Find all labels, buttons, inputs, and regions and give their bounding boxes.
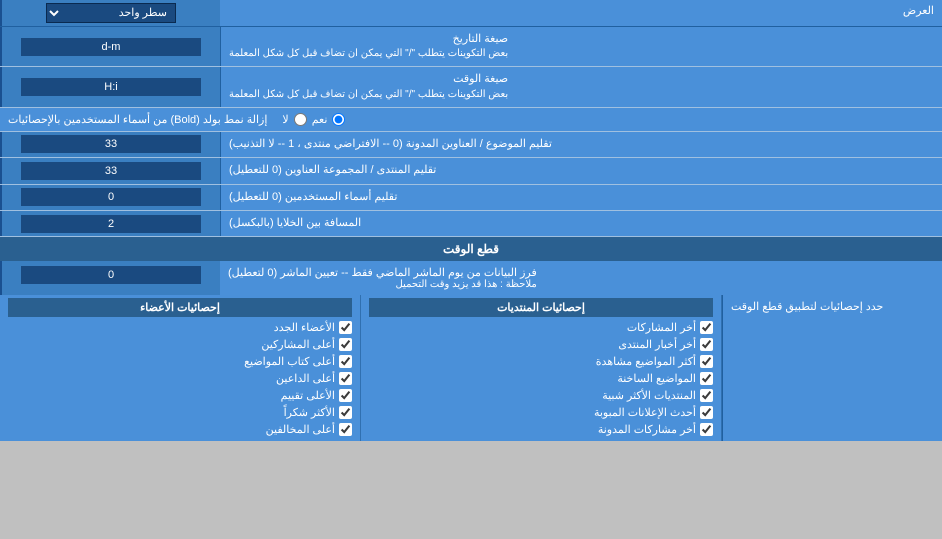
cell-spacing-row: المسافة بين الخلايا (بالبكسل) bbox=[0, 211, 942, 237]
forum-stats-header: إحصائيات المنتديات bbox=[369, 298, 713, 317]
display-row: العرض سطر واحد سطران ثلاثة أسطر bbox=[0, 0, 942, 27]
time-format-label: صيغة الوقت بعض التكوينات يتطلب "/" التي … bbox=[220, 67, 942, 106]
checkbox-item[interactable]: أعلى الداعين bbox=[8, 370, 352, 387]
rows-select-cell[interactable]: سطر واحد سطران ثلاثة أسطر bbox=[0, 0, 220, 26]
cutoff-days-label: فرز البيانات من يوم الماشر الماضي فقط --… bbox=[220, 261, 942, 295]
forum-order-row: تقليم المنتدى / المجموعة العناوين (0 للت… bbox=[0, 158, 942, 184]
cb-most-viewed-label: أكثر المواضيع مشاهدة bbox=[596, 355, 696, 368]
cb-top-posters[interactable] bbox=[339, 338, 352, 351]
bold-yes-radio[interactable] bbox=[332, 113, 345, 126]
checkbox-item[interactable]: أعلى المخالفين bbox=[8, 421, 352, 438]
cell-spacing-input-cell[interactable] bbox=[0, 211, 220, 236]
checkbox-item[interactable]: المنتديات الأكثر شبية bbox=[369, 387, 713, 404]
forum-order-input-cell[interactable] bbox=[0, 158, 220, 183]
subject-order-input-cell[interactable] bbox=[0, 132, 220, 157]
username-trim-input[interactable] bbox=[21, 188, 201, 206]
cb-blog-posts-label: أخر مشاركات المدونة bbox=[598, 423, 696, 436]
cb-top-inviters[interactable] bbox=[339, 372, 352, 385]
bold-no-radio[interactable] bbox=[294, 113, 307, 126]
cb-top-topic-writers[interactable] bbox=[339, 355, 352, 368]
cb-top-violators-label: أعلى المخالفين bbox=[266, 423, 335, 436]
cb-top-rated-label: الأعلى تقييم bbox=[281, 389, 335, 402]
checkbox-item[interactable]: أحدث الإعلانات المبوبة bbox=[369, 404, 713, 421]
member-stats-col: إحصائيات الأعضاء الأعضاء الجدد أعلى المش… bbox=[0, 295, 361, 441]
time-format-input-cell[interactable] bbox=[0, 67, 220, 106]
forum-order-label: تقليم المنتدى / المجموعة العناوين (0 للت… bbox=[220, 158, 942, 183]
subject-order-label: تقليم الموضوع / العناوين المدونة (0 -- ا… bbox=[220, 132, 942, 157]
cb-top-topic-writers-label: أعلى كتاب المواضيع bbox=[244, 355, 335, 368]
cb-similar-forums-label: المنتديات الأكثر شبية bbox=[602, 389, 696, 402]
cb-new-members-label: الأعضاء الجدد bbox=[274, 321, 335, 334]
cb-top-rated[interactable] bbox=[339, 389, 352, 402]
cb-most-viewed[interactable] bbox=[700, 355, 713, 368]
forum-order-input[interactable] bbox=[21, 162, 201, 180]
cb-top-inviters-label: أعلى الداعين bbox=[276, 372, 335, 385]
stats-apply-section: حدد إحصائيات لتطبيق قطع الوقت إحصائيات ا… bbox=[0, 295, 942, 441]
display-label: العرض bbox=[220, 0, 942, 26]
bold-remove-label: نعم لا إزالة نمط بولد (Bold) من أسماء ال… bbox=[0, 108, 942, 131]
cell-spacing-label: المسافة بين الخلايا (بالبكسل) bbox=[220, 211, 942, 236]
stats-columns: إحصائيات المنتديات أخر المشاركات أخر أخب… bbox=[0, 295, 722, 441]
checkbox-item[interactable]: أخر المشاركات bbox=[369, 319, 713, 336]
cb-last-posts-label: أخر المشاركات bbox=[627, 321, 696, 334]
cb-forum-news-label: أخر أخبار المنتدى bbox=[618, 338, 696, 351]
checkbox-item[interactable]: الأعلى تقييم bbox=[8, 387, 352, 404]
checkbox-item[interactable]: أخر مشاركات المدونة bbox=[369, 421, 713, 438]
cb-top-posters-label: أعلى المشاركين bbox=[261, 338, 335, 351]
username-trim-input-cell[interactable] bbox=[0, 185, 220, 210]
time-format-input[interactable] bbox=[21, 78, 201, 96]
cb-hot-topics[interactable] bbox=[700, 372, 713, 385]
cutoff-days-input[interactable] bbox=[21, 266, 201, 284]
cb-top-violators[interactable] bbox=[339, 423, 352, 436]
checkbox-item[interactable]: أعلى المشاركين bbox=[8, 336, 352, 353]
forum-stats-col: إحصائيات المنتديات أخر المشاركات أخر أخب… bbox=[361, 295, 722, 441]
checkbox-item[interactable]: المواضيع الساخنة bbox=[369, 370, 713, 387]
date-format-row: صيغة التاريخ بعض التكوينات يتطلب "/" الت… bbox=[0, 27, 942, 67]
cb-latest-classified[interactable] bbox=[700, 406, 713, 419]
cutoff-days-input-cell[interactable] bbox=[0, 261, 220, 295]
cb-forum-news[interactable] bbox=[700, 338, 713, 351]
bold-yes-label: نعم bbox=[312, 113, 328, 126]
checkbox-item[interactable]: الأعضاء الجدد bbox=[8, 319, 352, 336]
cb-last-posts[interactable] bbox=[700, 321, 713, 334]
checkbox-item[interactable]: أخر أخبار المنتدى bbox=[369, 336, 713, 353]
date-format-input-cell[interactable] bbox=[0, 27, 220, 66]
cb-similar-forums[interactable] bbox=[700, 389, 713, 402]
checkbox-item[interactable]: أكثر المواضيع مشاهدة bbox=[369, 353, 713, 370]
cutoff-days-row: فرز البيانات من يوم الماشر الماضي فقط --… bbox=[0, 261, 942, 295]
cutoff-section-header: قطع الوقت bbox=[0, 237, 942, 261]
cb-most-thanked-label: الأكثر شكراً bbox=[284, 406, 335, 419]
bold-no-label: لا bbox=[282, 113, 288, 126]
bold-radio-group[interactable]: نعم لا bbox=[282, 113, 345, 126]
date-format-label: صيغة التاريخ بعض التكوينات يتطلب "/" الت… bbox=[220, 27, 942, 66]
cb-most-thanked[interactable] bbox=[339, 406, 352, 419]
cb-hot-topics-label: المواضيع الساخنة bbox=[617, 372, 696, 385]
username-trim-label: تقليم أسماء المستخدمين (0 للتعطيل) bbox=[220, 185, 942, 210]
subject-order-input[interactable] bbox=[21, 135, 201, 153]
checkbox-item[interactable]: الأكثر شكراً bbox=[8, 404, 352, 421]
cell-spacing-input[interactable] bbox=[21, 215, 201, 233]
stats-apply-label: حدد إحصائيات لتطبيق قطع الوقت bbox=[722, 295, 942, 441]
cb-new-members[interactable] bbox=[339, 321, 352, 334]
member-stats-header: إحصائيات الأعضاء bbox=[8, 298, 352, 317]
username-trim-row: تقليم أسماء المستخدمين (0 للتعطيل) bbox=[0, 185, 942, 211]
checkbox-item[interactable]: أعلى كتاب المواضيع bbox=[8, 353, 352, 370]
cb-blog-posts[interactable] bbox=[700, 423, 713, 436]
rows-select[interactable]: سطر واحد سطران ثلاثة أسطر bbox=[46, 3, 176, 23]
date-format-input[interactable] bbox=[21, 38, 201, 56]
time-format-row: صيغة الوقت بعض التكوينات يتطلب "/" التي … bbox=[0, 67, 942, 107]
bold-remove-row: نعم لا إزالة نمط بولد (Bold) من أسماء ال… bbox=[0, 108, 942, 132]
cb-latest-classified-label: أحدث الإعلانات المبوبة bbox=[594, 406, 696, 419]
subject-order-row: تقليم الموضوع / العناوين المدونة (0 -- ا… bbox=[0, 132, 942, 158]
